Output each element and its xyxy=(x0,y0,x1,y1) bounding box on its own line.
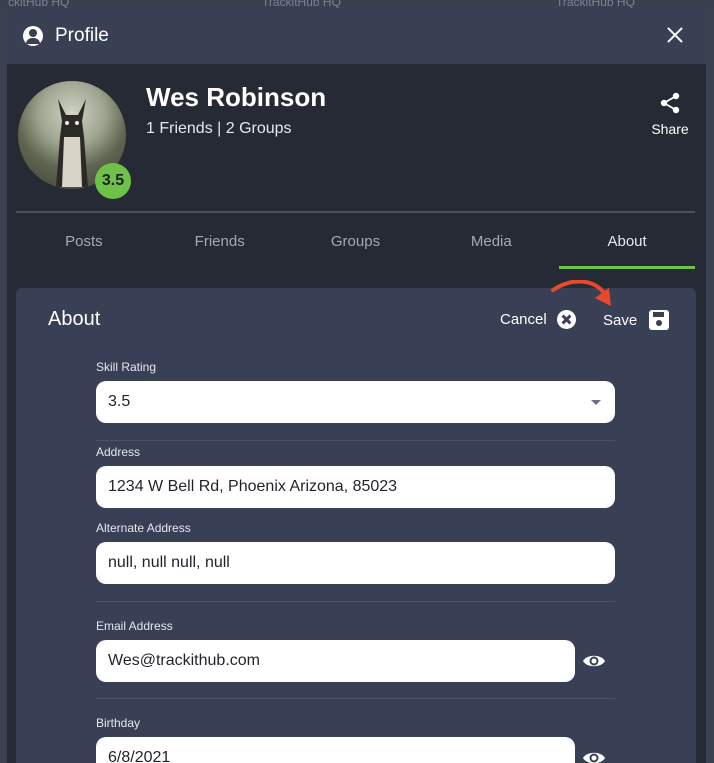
alternate-address-field[interactable]: null, null null, null xyxy=(96,542,615,584)
address-label: Address xyxy=(96,445,141,459)
email-value: Wes@trackithub.com xyxy=(108,652,260,669)
tab-about[interactable]: About xyxy=(559,213,695,269)
background-right-edge xyxy=(706,8,714,763)
share-icon xyxy=(660,92,680,114)
modal-title: Profile xyxy=(55,25,109,46)
alternate-address-value: null, null null, null xyxy=(108,554,230,571)
about-card: About Cancel Save Skill Rating 3.5 Addre… xyxy=(16,280,696,763)
birthday-label: Birthday xyxy=(96,716,141,730)
profile-modal: Profile 3.5 Wes Robinson 1 Friends | 2 G… xyxy=(7,8,706,763)
field-divider xyxy=(96,698,615,699)
dropdown-arrow-icon xyxy=(591,400,601,405)
skill-rating-select[interactable]: 3.5 xyxy=(96,381,615,423)
skill-rating-badge: 3.5 xyxy=(95,163,131,199)
avatar-photo xyxy=(56,99,88,187)
birthday-value: 6/8/2021 xyxy=(108,749,171,763)
field-divider xyxy=(96,601,615,602)
tab-posts[interactable]: Posts xyxy=(16,213,152,269)
visibility-eye-icon[interactable] xyxy=(582,750,606,763)
cancel-label: Cancel xyxy=(500,311,547,328)
share-label: Share xyxy=(651,121,689,137)
field-divider xyxy=(96,440,615,441)
background-left-edge xyxy=(0,8,7,763)
birthday-field[interactable]: 6/8/2021 xyxy=(96,737,575,763)
tab-media[interactable]: Media xyxy=(423,213,559,269)
tab-friends[interactable]: Friends xyxy=(152,213,288,269)
profile-tabs: Posts Friends Groups Media About xyxy=(16,213,695,269)
save-icon xyxy=(649,310,670,330)
save-button[interactable]: Save xyxy=(603,310,670,330)
share-button[interactable]: Share xyxy=(647,92,693,137)
profile-name: Wes Robinson xyxy=(146,82,327,112)
account-circle-icon xyxy=(23,26,43,46)
cancel-button[interactable]: Cancel xyxy=(500,310,576,329)
close-icon[interactable] xyxy=(664,24,686,46)
address-value: 1234 W Bell Rd, Phoenix Arizona, 85023 xyxy=(108,478,398,495)
tab-groups[interactable]: Groups xyxy=(288,213,424,269)
about-title: About xyxy=(48,308,101,330)
email-label: Email Address xyxy=(96,619,173,633)
modal-header: Profile xyxy=(7,8,706,64)
alternate-address-label: Alternate Address xyxy=(96,521,191,535)
save-label: Save xyxy=(603,311,638,329)
address-field[interactable]: 1234 W Bell Rd, Phoenix Arizona, 85023 xyxy=(96,466,615,508)
visibility-eye-icon[interactable] xyxy=(582,653,606,669)
skill-rating-label: Skill Rating xyxy=(96,360,157,374)
cancel-icon xyxy=(556,310,576,329)
skill-rating-value: 3.5 xyxy=(108,393,131,410)
email-field[interactable]: Wes@trackithub.com xyxy=(96,640,575,682)
profile-stats: 1 Friends | 2 Groups xyxy=(146,120,292,137)
